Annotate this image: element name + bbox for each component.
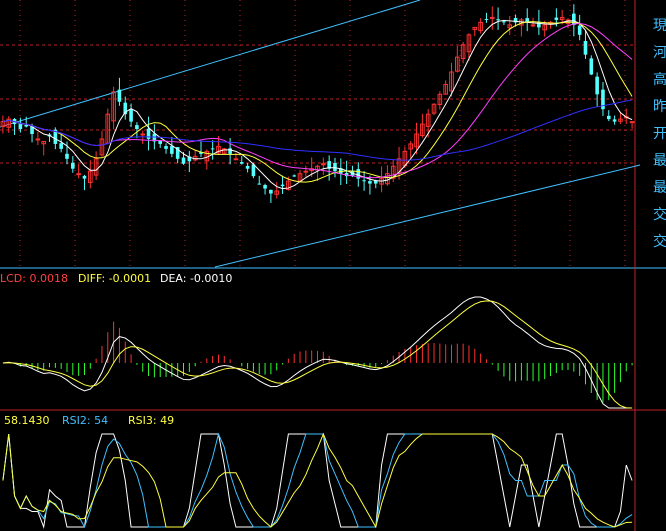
candle-body bbox=[135, 125, 139, 130]
candle-body bbox=[583, 40, 588, 55]
candle-body bbox=[158, 140, 163, 144]
rsi-panel bbox=[2, 432, 633, 529]
right-axis-glyph: 最 bbox=[653, 180, 666, 196]
lower-trend-line bbox=[214, 164, 641, 268]
candle-body bbox=[333, 162, 337, 172]
right-axis-glyph: 交 bbox=[653, 206, 666, 223]
candle-body bbox=[368, 181, 372, 184]
candle-body bbox=[502, 21, 506, 23]
candle-body bbox=[496, 19, 500, 21]
rsi3-value-label: RSI3: 49 bbox=[128, 414, 174, 427]
candle-body bbox=[595, 76, 599, 95]
candle-body bbox=[117, 89, 122, 102]
candle-body bbox=[292, 175, 296, 177]
right-axis-glyph: 現 bbox=[653, 18, 666, 34]
candle-body bbox=[233, 158, 239, 161]
candle-body bbox=[554, 17, 559, 20]
right-axis-glyph: 开 bbox=[653, 126, 666, 142]
candle-body bbox=[65, 153, 69, 159]
candle-body bbox=[71, 162, 75, 169]
candle-body bbox=[280, 184, 285, 187]
candle-body bbox=[210, 148, 215, 150]
candle-body bbox=[362, 180, 366, 182]
right-axis-glyph: 河 bbox=[653, 45, 666, 61]
candle-body bbox=[489, 16, 495, 19]
candle-body bbox=[228, 148, 232, 154]
rsi1-value-label: 58.1430 bbox=[4, 414, 50, 427]
candle-body bbox=[140, 133, 146, 136]
right-axis-glyph: 昨 bbox=[653, 99, 666, 115]
candle-body bbox=[257, 183, 262, 185]
candlesticks bbox=[0, 4, 635, 203]
candle-body bbox=[170, 146, 174, 154]
right-axis-glyph: 最 bbox=[653, 153, 666, 169]
rsi2-value-label: RSI2: 54 bbox=[62, 414, 108, 427]
candle-body bbox=[129, 109, 133, 122]
candle-body bbox=[239, 162, 244, 164]
candle-body bbox=[484, 18, 489, 20]
diff-value-label: DIFF: -0.0001 bbox=[78, 272, 151, 285]
right-axis-glyph: 交 bbox=[653, 233, 666, 250]
candle-body bbox=[263, 185, 267, 189]
candle-body bbox=[612, 119, 617, 122]
candle-body bbox=[76, 173, 81, 176]
candle-body bbox=[303, 170, 309, 173]
candle-body bbox=[82, 175, 87, 179]
candle-body bbox=[606, 115, 611, 120]
candle-body bbox=[245, 165, 250, 169]
upper-trend-line bbox=[0, 0, 421, 128]
candle-body bbox=[269, 189, 273, 194]
macd-value-label: LCD: 0.0018 bbox=[0, 272, 68, 285]
candle-body bbox=[164, 146, 168, 149]
ma10-line bbox=[2, 21, 633, 183]
right-axis-glyph: 高 bbox=[653, 71, 666, 88]
macd-panel bbox=[2, 296, 633, 409]
candle-body bbox=[321, 163, 326, 166]
grid-lines bbox=[0, 0, 666, 531]
candle-body bbox=[59, 143, 63, 149]
right-axis-labels: 現河高昨开最最交交 bbox=[653, 18, 666, 250]
ma20-line bbox=[2, 23, 633, 179]
dea-value-label: DEA: -0.0010 bbox=[160, 272, 232, 285]
candle-body bbox=[181, 157, 186, 164]
candle-body bbox=[577, 25, 582, 35]
candle-body bbox=[146, 128, 151, 139]
candle-body bbox=[589, 58, 594, 75]
stock-chart: LCD: 0.0018 DIFF: -0.0001 DEA: -0.0010 5… bbox=[0, 0, 666, 531]
candle-body bbox=[530, 24, 536, 27]
candle-body bbox=[35, 138, 41, 141]
